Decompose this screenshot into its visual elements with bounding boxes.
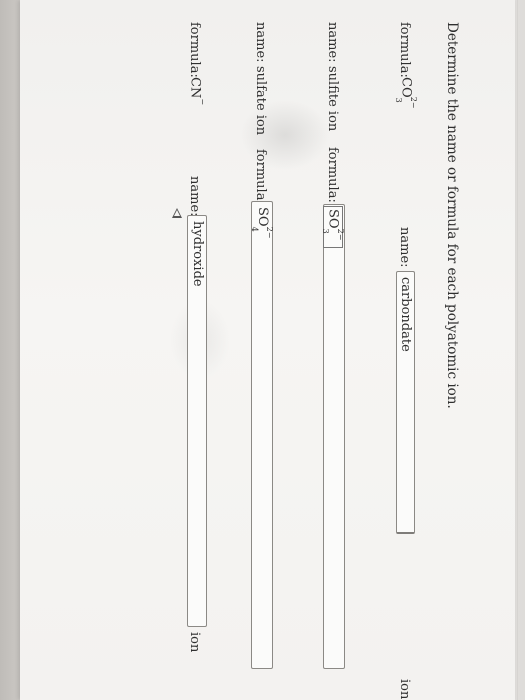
given-label: formula:	[187, 22, 202, 78]
given-label: name:	[325, 22, 340, 63]
given-formula: CO3 2−	[394, 77, 418, 109]
question-panel: Determine the name or formula for each p…	[30, 15, 470, 700]
given-name: sulfate ion	[253, 66, 268, 136]
mouse-pointer-icon	[172, 208, 182, 218]
formula-input-sulfite[interactable]: SO3 2−	[321, 204, 345, 669]
answer-label: formula:	[253, 149, 268, 205]
page-edge-line	[517, 0, 518, 700]
photo-frame: Determine the name or formula for each p…	[0, 0, 525, 700]
name-input-hydroxide[interactable]: hydroxide	[187, 215, 207, 627]
given-label: formula:	[397, 22, 412, 78]
ion-suffix: ion	[397, 679, 412, 700]
given-name: sulfite ion	[325, 66, 340, 132]
name-input-carbonate[interactable]: carbondate	[396, 271, 415, 534]
question-title: Determine the name or formula for each p…	[444, 22, 460, 409]
given-formula: CN−	[187, 77, 207, 106]
answer-label: name:	[187, 176, 202, 217]
given-label: name:	[253, 22, 268, 63]
answer-label: formula:	[325, 147, 340, 203]
ion-suffix: ion	[187, 632, 202, 653]
answer-label: name:	[397, 227, 412, 268]
formula-input-sulfate[interactable]: SO4 2−	[250, 201, 274, 669]
